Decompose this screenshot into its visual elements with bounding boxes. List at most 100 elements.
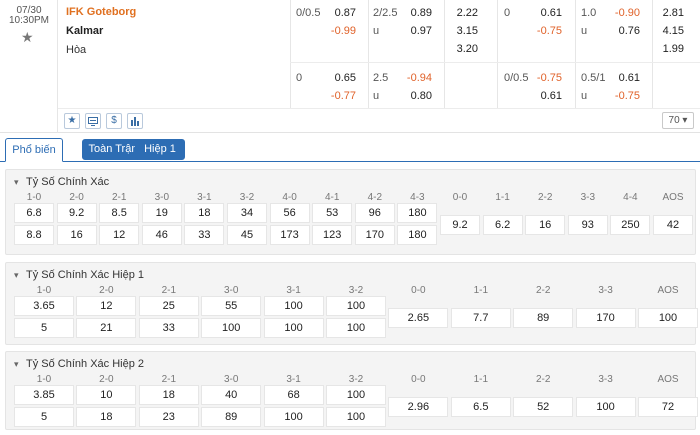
ft-hcp-home[interactable]: 0.87 [326, 7, 356, 19]
favorite-star-icon[interactable]: ★ [21, 29, 34, 46]
away-score-odd[interactable]: 100 [326, 407, 386, 427]
home-team[interactable]: IFK Goteborg [66, 6, 136, 18]
h1-hcp-home[interactable]: 0.61 [532, 7, 562, 19]
market-title[interactable]: ▾ Tỷ Số Chính Xác Hiệp 2 [14, 358, 144, 370]
away-score-odd[interactable]: 45 [227, 225, 267, 245]
away-score-odd[interactable]: 16 [56, 225, 97, 245]
away-score-odd[interactable]: 8.8 [14, 225, 54, 245]
draw-score-odd[interactable]: 9.2 [440, 215, 480, 235]
draw-score-odd[interactable]: 2.65 [388, 308, 449, 328]
away-score-odd[interactable]: 33 [184, 225, 225, 245]
ft-hcp-away[interactable]: -0.99 [320, 25, 356, 37]
away-score-odd[interactable]: 173 [269, 225, 310, 245]
ft-ou-under[interactable]: 0.97 [402, 25, 432, 37]
away-score-odd[interactable]: 100 [201, 318, 262, 338]
away-score-odd[interactable]: 123 [312, 225, 353, 245]
home-score-odd[interactable]: 10 [76, 385, 137, 405]
home-score-odd[interactable]: 18 [184, 203, 225, 223]
stats-icon[interactable] [127, 113, 143, 129]
draw-score-odd[interactable]: 89 [513, 308, 574, 328]
away-score-odd[interactable]: 12 [99, 225, 140, 245]
market-title[interactable]: ▾ Tỷ Số Chính Xác [14, 176, 109, 188]
away-score-odd[interactable]: 33 [138, 318, 199, 338]
home-score-odd[interactable]: 68 [263, 385, 324, 405]
away-score-odd[interactable]: 23 [138, 407, 199, 427]
chevron-down-icon[interactable]: ▾ [14, 359, 26, 370]
away-score-odd[interactable]: 21 [76, 318, 137, 338]
away-score-odd[interactable]: 170 [354, 225, 395, 245]
home-score-odd[interactable]: 100 [326, 296, 386, 316]
h1-ou2-over[interactable]: 0.61 [610, 72, 640, 84]
home-score-odd[interactable]: 9.2 [56, 203, 97, 223]
h1-ou2-under[interactable]: -0.75 [604, 90, 640, 102]
home-score-odd[interactable]: 96 [354, 203, 395, 223]
draw-score-odd[interactable]: 72 [638, 397, 698, 417]
market-title[interactable]: ▾ Tỷ Số Chính Xác Hiệp 1 [14, 269, 144, 281]
chevron-down-icon[interactable]: ▾ [14, 177, 26, 188]
home-score-odd[interactable]: 40 [201, 385, 262, 405]
draw-score-odd[interactable]: 2.96 [388, 397, 449, 417]
chevron-down-icon[interactable]: ▾ [14, 270, 26, 281]
draw-score-odd[interactable]: 170 [575, 308, 636, 328]
ft-ou2-over[interactable]: -0.94 [396, 72, 432, 84]
away-team[interactable]: Kalmar [66, 25, 103, 37]
draw-score-odd[interactable]: 7.7 [450, 308, 511, 328]
h1-hcp-away[interactable]: -0.75 [526, 25, 562, 37]
h1-ou-over[interactable]: -0.90 [604, 7, 640, 19]
h1-1x2-away[interactable]: 4.15 [656, 25, 684, 37]
ft-hcp2-away[interactable]: -0.77 [320, 90, 356, 102]
ft-1x2-draw[interactable]: 3.20 [450, 43, 478, 55]
dollar-icon[interactable]: $ [106, 113, 122, 129]
tab-first-half[interactable]: Hiệp 1 [135, 139, 185, 160]
away-score-odd[interactable]: 46 [141, 225, 182, 245]
home-score-odd[interactable]: 12 [76, 296, 137, 316]
home-score-odd[interactable]: 6.8 [14, 203, 54, 223]
home-score-odd[interactable]: 100 [326, 385, 386, 405]
away-score-odd[interactable]: 89 [201, 407, 262, 427]
draw-score-odd[interactable]: 93 [567, 215, 608, 235]
draw-score-odd[interactable]: 250 [610, 215, 651, 235]
more-markets-count[interactable]: 70 ▾ [662, 112, 694, 129]
home-score-odd[interactable]: 3.85 [14, 385, 74, 405]
draw-score-odd[interactable]: 100 [575, 397, 636, 417]
away-score-odd[interactable]: 5 [14, 318, 74, 338]
home-score-odd[interactable]: 56 [269, 203, 310, 223]
tv-icon[interactable] [85, 113, 101, 129]
away-score-odd[interactable]: 100 [263, 318, 324, 338]
away-score-odd[interactable]: 100 [263, 407, 324, 427]
draw-score-odd[interactable]: 6.5 [450, 397, 511, 417]
home-score-odd[interactable]: 180 [397, 203, 438, 223]
h1-hcp2-away[interactable]: 0.61 [532, 90, 562, 102]
ft-ou-over[interactable]: 0.89 [402, 7, 432, 19]
ft-hcp2-home[interactable]: 0.65 [326, 72, 356, 84]
ft-1x2-home[interactable]: 2.22 [450, 7, 478, 19]
score-header: 2-2 [535, 285, 551, 296]
h1-hcp2-home[interactable]: -0.75 [526, 72, 562, 84]
h1-1x2-home[interactable]: 2.81 [656, 7, 684, 19]
away-score-odd[interactable]: 18 [76, 407, 137, 427]
away-score-odd[interactable]: 180 [397, 225, 438, 245]
home-score-odd[interactable]: 18 [138, 385, 199, 405]
draw-score-odd[interactable]: 42 [653, 215, 693, 235]
draw-score-odd[interactable]: 16 [525, 215, 566, 235]
away-score-odd[interactable]: 100 [326, 318, 386, 338]
home-score-odd[interactable]: 100 [263, 296, 324, 316]
away-score-odd[interactable]: 5 [14, 407, 74, 427]
h1-1x2-draw[interactable]: 1.99 [656, 43, 684, 55]
tab-popular[interactable]: Phổ biến [5, 138, 63, 162]
star-icon[interactable]: ★ [64, 113, 80, 129]
draw-score-odd[interactable]: 52 [513, 397, 574, 417]
home-score-odd[interactable]: 55 [201, 296, 262, 316]
score-header: 3-2 [239, 192, 255, 203]
draw-score-odd[interactable]: 6.2 [482, 215, 523, 235]
ft-1x2-away[interactable]: 3.15 [450, 25, 478, 37]
home-score-odd[interactable]: 8.5 [99, 203, 140, 223]
draw-score-odd[interactable]: 100 [638, 308, 698, 328]
home-score-odd[interactable]: 25 [138, 296, 199, 316]
home-score-odd[interactable]: 53 [312, 203, 353, 223]
ft-ou2-under[interactable]: 0.80 [402, 90, 432, 102]
home-score-odd[interactable]: 19 [141, 203, 182, 223]
home-score-odd[interactable]: 3.65 [14, 296, 74, 316]
h1-ou-under[interactable]: 0.76 [610, 25, 640, 37]
home-score-odd[interactable]: 34 [227, 203, 267, 223]
